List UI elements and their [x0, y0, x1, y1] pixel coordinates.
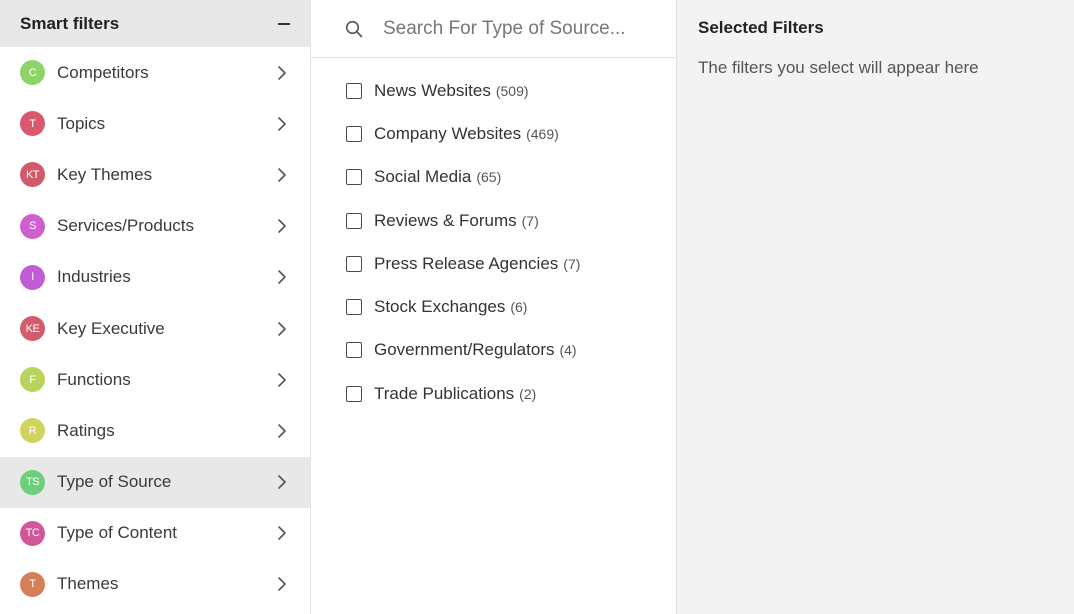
chevron-right-icon [278, 321, 286, 336]
filter-option[interactable]: Reviews & Forums (7) [311, 199, 676, 242]
option-count: (2) [519, 385, 537, 402]
option-label: News Websites [374, 80, 491, 100]
sidebar-item[interactable]: F Functions [0, 354, 310, 405]
chevron-right-icon [278, 116, 286, 131]
category-badge: T [20, 571, 45, 597]
filter-option[interactable]: News Websites (509) [311, 69, 676, 112]
category-badge: I [20, 264, 45, 290]
chevron-right-icon [278, 526, 286, 541]
selected-filters-hint: The filters you select will appear here [698, 58, 979, 77]
category-label: Services/Products [57, 216, 194, 236]
option-label: Press Release Agencies [374, 253, 559, 273]
chevron-right-icon [278, 372, 286, 387]
filter-option[interactable]: Press Release Agencies (7) [311, 242, 676, 285]
option-checkbox[interactable] [346, 82, 362, 99]
option-checkbox[interactable] [346, 169, 362, 186]
sidebar-item[interactable]: KT Key Themes [0, 149, 310, 200]
category-label: Key Executive [57, 318, 165, 338]
sidebar-item[interactable]: S Services/Products [0, 201, 310, 252]
sidebar-item[interactable]: R Ratings [0, 405, 310, 456]
category-label: Competitors [57, 62, 149, 82]
chevron-right-icon [278, 424, 286, 438]
chevron-right-icon [278, 270, 286, 285]
chevron-right-icon [278, 219, 286, 233]
option-checkbox[interactable] [346, 299, 362, 316]
sidebar-item[interactable]: T Topics [0, 98, 310, 149]
category-badge: KE [20, 316, 45, 342]
chevron-right-icon [278, 577, 286, 592]
category-badge: TC [20, 520, 45, 546]
category-label: Ratings [57, 420, 115, 440]
search-bar [311, 0, 676, 58]
sidebar-item[interactable]: C Competitors [0, 47, 310, 98]
option-count: (509) [495, 82, 529, 99]
sidebar-item[interactable]: KE Key Executive [0, 303, 310, 354]
category-badge: KT [20, 162, 45, 188]
category-label: Type of Source [57, 472, 172, 492]
sidebar-item[interactable]: TS Type of Source [0, 456, 310, 508]
category-panel-header: Smart filters [0, 0, 310, 47]
category-badge: R [20, 418, 45, 444]
category-badge: TS [20, 469, 45, 495]
filter-option[interactable]: Government/Regulators (4) [311, 329, 676, 372]
smart-filters-app: Smart filters C Competitors T Topics KT Key T… [0, 0, 1074, 614]
category-label: Industries [57, 267, 131, 287]
search-icon [345, 20, 363, 37]
option-label: Social Media [374, 167, 472, 187]
selected-filters-title: Selected Filters [698, 18, 824, 37]
category-badge: S [20, 213, 45, 239]
option-count: (469) [526, 125, 559, 142]
option-label: Stock Exchanges [374, 297, 506, 317]
category-badge: C [20, 60, 45, 86]
option-label: Reviews & Forums [374, 210, 517, 230]
option-label: Company Websites [374, 123, 522, 143]
chevron-right-icon [278, 168, 286, 182]
option-label: Trade Publications [374, 383, 515, 403]
category-list: C Competitors T Topics KT Key Themes S Services… [0, 47, 310, 610]
panel-title: Smart filters [20, 13, 120, 33]
category-badge: T [20, 111, 45, 137]
option-count: (7) [563, 255, 581, 272]
category-label: Type of Content [57, 523, 178, 543]
option-count: (65) [476, 169, 502, 186]
chevron-right-icon [278, 475, 286, 489]
filter-option[interactable]: Company Websites (469) [311, 112, 676, 155]
option-checkbox[interactable] [346, 255, 362, 272]
option-label: Government/Regulators [374, 340, 555, 360]
collapse-icon[interactable] [278, 22, 290, 25]
option-list: News Websites (509) Company Websites (469) S… [311, 58, 676, 415]
category-badge: F [20, 367, 45, 393]
option-count: (4) [559, 342, 577, 359]
sidebar-item[interactable]: T Themes [0, 559, 310, 610]
selected-filters-panel: Selected Filters The filters you select … [677, 0, 1074, 614]
option-count: (7) [521, 212, 539, 229]
search-input[interactable] [383, 17, 642, 40]
filter-option[interactable]: Social Media (65) [311, 156, 676, 199]
sidebar-item[interactable]: I Industries [0, 252, 310, 303]
category-panel: Smart filters C Competitors T Topics KT Key T… [0, 0, 311, 614]
category-label: Topics [57, 113, 106, 133]
chevron-right-icon [278, 65, 286, 80]
option-checkbox[interactable] [346, 342, 362, 359]
category-label: Key Themes [57, 164, 153, 184]
option-checkbox[interactable] [346, 212, 362, 229]
sidebar-item[interactable]: TC Type of Content [0, 508, 310, 559]
category-label: Functions [57, 369, 131, 389]
option-checkbox[interactable] [346, 385, 362, 402]
option-checkbox[interactable] [346, 125, 362, 142]
option-count: (6) [510, 299, 528, 316]
filter-option[interactable]: Stock Exchanges (6) [311, 285, 676, 328]
options-panel: News Websites(509)Company Websites(469)S… [311, 0, 677, 614]
category-label: Themes [57, 574, 119, 594]
filter-option[interactable]: Trade Publications (2) [311, 372, 676, 415]
